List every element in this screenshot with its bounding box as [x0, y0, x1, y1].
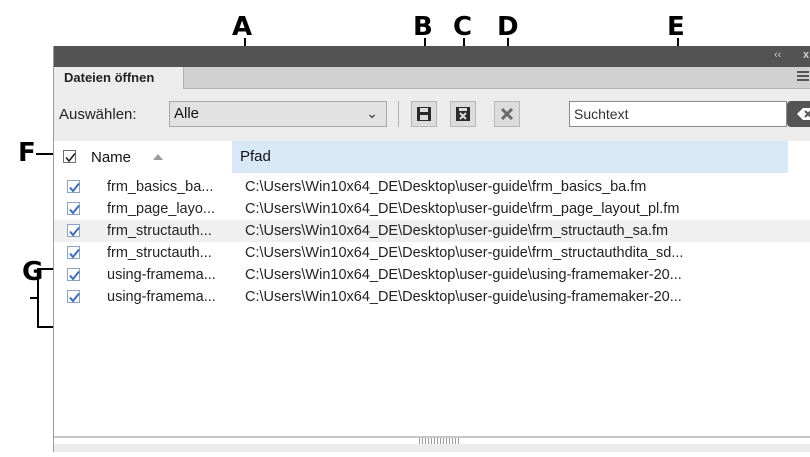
- select-all-checkbox[interactable]: [63, 150, 76, 163]
- sort-ascending-icon[interactable]: [153, 154, 163, 160]
- check-icon: [69, 182, 80, 193]
- table-row[interactable]: frm_basics_ba... C:\Users\Win10x64_DE\Des…: [54, 176, 810, 198]
- callout-a: A: [232, 12, 253, 42]
- search-placeholder: Suchtext: [574, 106, 629, 122]
- callout-b: B: [413, 12, 433, 42]
- file-name-cell: using-framema...: [107, 289, 216, 305]
- close-files-button[interactable]: [494, 101, 520, 127]
- panel-tab-row: Dateien öffnen: [54, 67, 810, 89]
- column-header-path[interactable]: Pfad: [232, 141, 788, 173]
- file-path-cell: C:\Users\Win10x64_DE\Desktop\user-guide\…: [245, 245, 684, 261]
- file-path-cell: C:\Users\Win10x64_DE\Desktop\user-guide\…: [245, 267, 682, 283]
- chevron-down-icon: ⌄: [366, 105, 378, 121]
- file-name-cell: using-framema...: [107, 267, 216, 283]
- save-icon: [417, 107, 431, 121]
- table-row[interactable]: using-framema... C:\Users\Win10x64_DE\Des…: [54, 286, 810, 308]
- toolbar-separator: [398, 101, 399, 127]
- file-path-cell: C:\Users\Win10x64_DE\Desktop\user-guide\…: [245, 289, 682, 305]
- file-path-cell: C:\Users\Win10x64_DE\Desktop\user-guide\…: [245, 179, 647, 195]
- table-row[interactable]: frm_structauth... C:\Users\Win10x64_DE\De…: [54, 220, 810, 242]
- clear-search-icon: [797, 108, 810, 120]
- save-and-close-button[interactable]: [450, 101, 476, 127]
- table-row[interactable]: frm_page_layo... C:\Users\Win10x64_DE\Des…: [54, 198, 810, 220]
- collapse-panel-button[interactable]: ‹‹: [774, 49, 781, 61]
- select-label: Auswählen:: [59, 106, 137, 123]
- file-checkbox[interactable]: [67, 224, 80, 237]
- save-and-close-icon: [456, 107, 470, 121]
- close-icon: [500, 107, 514, 121]
- file-path-cell: C:\Users\Win10x64_DE\Desktop\user-guide\…: [245, 201, 680, 217]
- hamburger-menu-icon[interactable]: [797, 71, 809, 83]
- file-name-cell: frm_structauth...: [107, 223, 212, 239]
- file-path-cell: C:\Users\Win10x64_DE\Desktop\user-guide\…: [245, 223, 669, 239]
- check-icon: [69, 248, 80, 259]
- file-name-cell: frm_page_layo...: [107, 201, 216, 217]
- file-list: Name Pfad frm_basics_ba... C:\Users\Win10…: [54, 141, 810, 444]
- callout-e: E: [667, 12, 685, 42]
- file-checkbox[interactable]: [67, 246, 80, 259]
- file-name-cell: frm_structauth...: [107, 245, 212, 261]
- callout-c: C: [453, 12, 473, 42]
- list-header: Name Pfad: [54, 141, 810, 173]
- table-row[interactable]: using-framema... C:\Users\Win10x64_DE\Des…: [54, 264, 810, 286]
- panel-toolbar: Auswählen: Alle ⌄ Suchtext: [54, 89, 810, 147]
- tab-open-files[interactable]: Dateien öffnen: [54, 67, 184, 89]
- panel-titlebar[interactable]: ‹‹ x: [54, 46, 810, 67]
- file-checkbox[interactable]: [67, 290, 80, 303]
- check-icon: [69, 270, 80, 281]
- file-checkbox[interactable]: [67, 202, 80, 215]
- save-button[interactable]: [411, 101, 437, 127]
- select-value: Alle: [174, 105, 200, 122]
- select-dropdown[interactable]: Alle ⌄: [169, 101, 387, 127]
- file-checkbox[interactable]: [67, 268, 80, 281]
- close-panel-button[interactable]: x: [803, 49, 809, 61]
- check-icon: [69, 226, 80, 237]
- file-name-cell: frm_basics_ba...: [107, 179, 214, 195]
- callout-f: F: [18, 138, 36, 168]
- table-row[interactable]: frm_structauth... C:\Users\Win10x64_DE\De…: [54, 242, 810, 264]
- resize-grip[interactable]: [419, 438, 459, 444]
- clear-search-button[interactable]: [787, 101, 810, 127]
- callout-d: D: [497, 12, 519, 42]
- check-icon: [65, 153, 76, 163]
- column-header-name[interactable]: Name: [91, 149, 131, 166]
- search-input[interactable]: Suchtext: [569, 101, 787, 127]
- check-icon: [69, 292, 80, 303]
- open-files-panel: ‹‹ x Dateien öffnen Auswählen: Alle ⌄ Su…: [53, 46, 810, 452]
- check-icon: [69, 204, 80, 215]
- file-checkbox[interactable]: [67, 180, 80, 193]
